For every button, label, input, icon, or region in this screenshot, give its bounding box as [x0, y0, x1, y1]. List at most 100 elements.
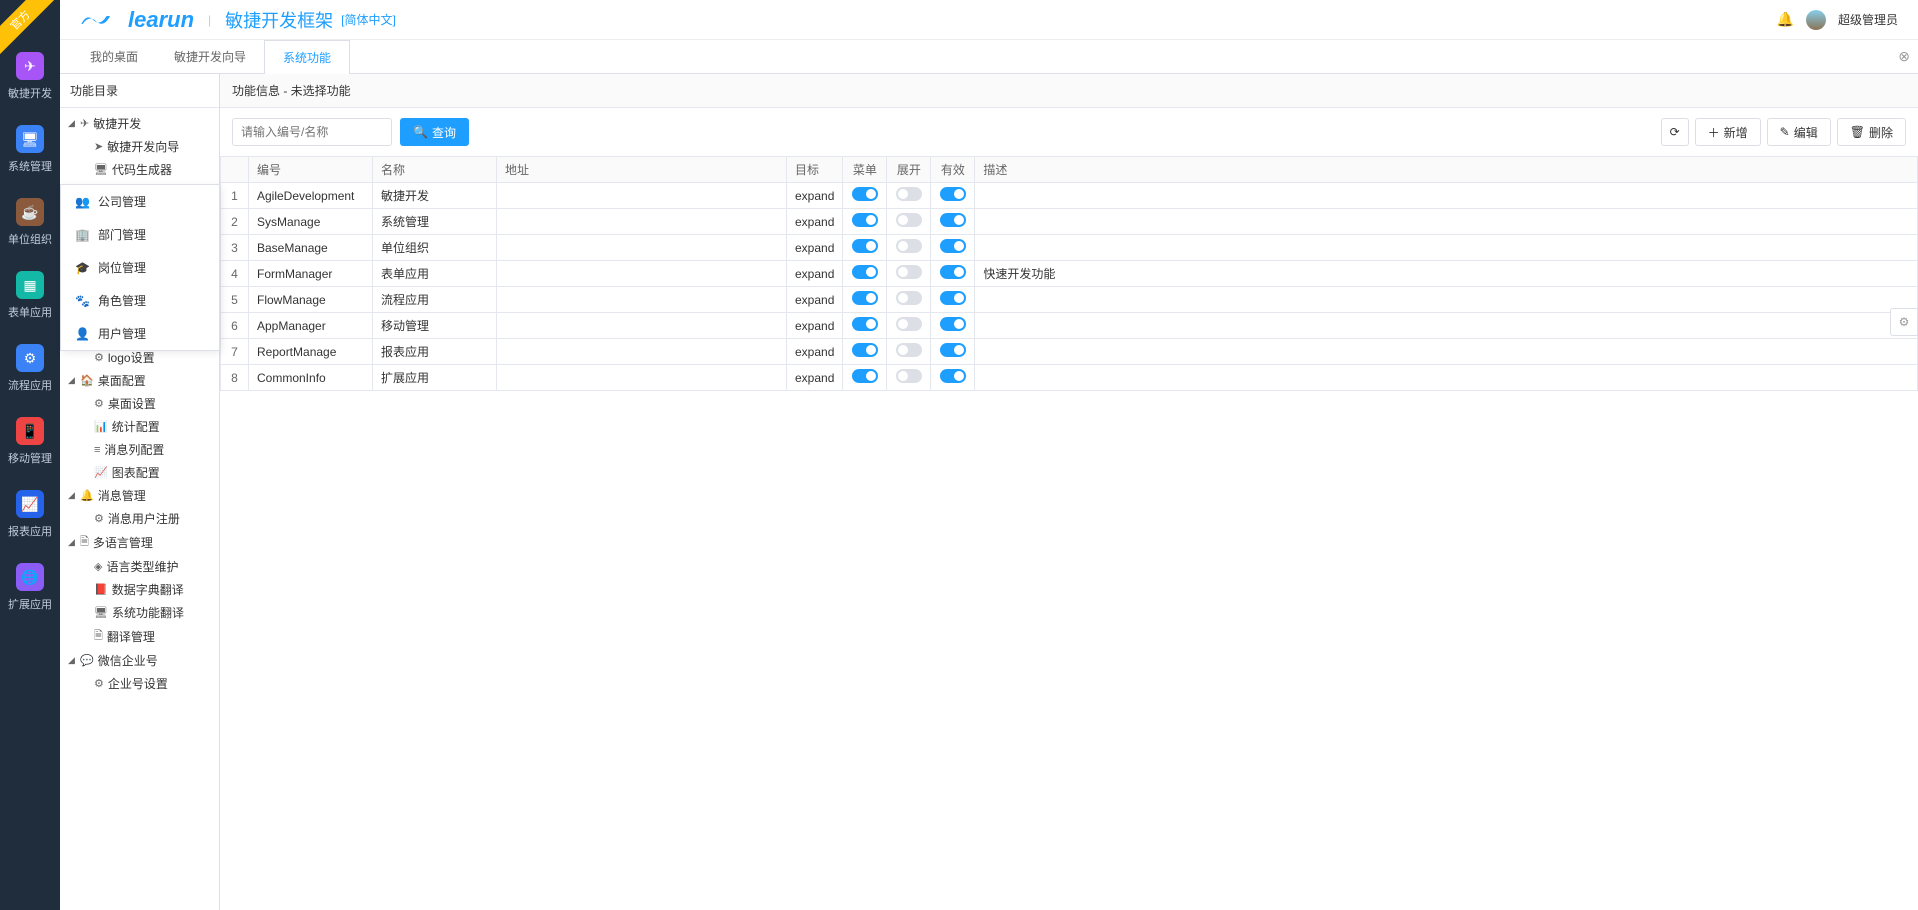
cell-desc [975, 183, 1918, 209]
tree-icon: 📕 [94, 583, 108, 596]
cell-name: 系统管理 [373, 209, 497, 235]
tree-node-18[interactable]: ◢🗎多语言管理 [60, 530, 219, 555]
tree-node-14[interactable]: ≡消息列配置 [60, 438, 219, 461]
username[interactable]: 超级管理员 [1838, 11, 1898, 28]
toggle[interactable] [940, 369, 966, 383]
table-row[interactable]: 3 BaseManage 单位组织 expand [221, 235, 1918, 261]
tree-node-0[interactable]: ◢✈敏捷开发 [60, 112, 219, 135]
tree-node-1[interactable]: ➤敏捷开发向导 [60, 135, 219, 158]
search-input[interactable] [232, 118, 392, 146]
toggle[interactable] [896, 317, 922, 331]
cell-target: expand [787, 287, 843, 313]
table-row[interactable]: 4 FormManager 表单应用 expand 快速开发功能 [221, 261, 1918, 287]
table-row[interactable]: 5 FlowManage 流程应用 expand [221, 287, 1918, 313]
sidebar-item-1[interactable]: 🖥系统管理 [0, 113, 60, 186]
cell-valid [931, 183, 975, 209]
toggle[interactable] [940, 213, 966, 227]
toggle[interactable] [896, 213, 922, 227]
toggle[interactable] [852, 317, 878, 331]
tree-node-15[interactable]: 📈图表配置 [60, 461, 219, 484]
submenu-label: 部门管理 [98, 226, 146, 243]
tree-node-24[interactable]: ⚙企业号设置 [60, 672, 219, 695]
toggle[interactable] [852, 187, 878, 201]
toggle[interactable] [940, 291, 966, 305]
tree-node-16[interactable]: ◢🔔消息管理 [60, 484, 219, 507]
submenu-item-3[interactable]: 🐾角色管理 [61, 284, 219, 317]
tree-label: 系统功能翻译 [112, 604, 184, 621]
add-button[interactable]: ＋新增 [1695, 118, 1761, 146]
toggle[interactable] [940, 317, 966, 331]
toggle[interactable] [896, 187, 922, 201]
cell-code: AppManager [249, 313, 373, 339]
table-row[interactable]: 2 SysManage 系统管理 expand [221, 209, 1918, 235]
avatar[interactable] [1806, 10, 1826, 30]
table-row[interactable]: 1 AgileDevelopment 敏捷开发 expand [221, 183, 1918, 209]
divider: | [208, 13, 211, 27]
toggle[interactable] [852, 291, 878, 305]
search-button[interactable]: 🔍查询 [400, 118, 469, 146]
tab-1[interactable]: 敏捷开发向导 [156, 40, 264, 74]
toggle[interactable] [852, 343, 878, 357]
tree-node-2[interactable]: 🖥代码生成器 [60, 158, 219, 181]
tree-icon: 📈 [94, 466, 108, 479]
toggle[interactable] [896, 239, 922, 253]
cap-icon: 🎓 [75, 261, 90, 275]
data-table: 编号 名称 地址 目标 菜单 展开 有效 描述 1 AgileDevelopme… [220, 156, 1918, 391]
tree-node-21[interactable]: 🖥系统功能翻译 [60, 601, 219, 624]
tree-label: 消息列配置 [104, 441, 164, 458]
tree-node-12[interactable]: ⚙桌面设置 [60, 392, 219, 415]
tree-label: 桌面配置 [98, 372, 146, 389]
tree-node-20[interactable]: 📕数据字典翻译 [60, 578, 219, 601]
tree-node-23[interactable]: ◢💬微信企业号 [60, 649, 219, 672]
tab-0[interactable]: 我的桌面 [72, 40, 156, 74]
sidebar-item-6[interactable]: 📈报表应用 [0, 478, 60, 551]
toggle[interactable] [896, 291, 922, 305]
toggle[interactable] [896, 265, 922, 279]
toggle[interactable] [896, 343, 922, 357]
table-row[interactable]: 6 AppManager 移动管理 expand [221, 313, 1918, 339]
table-row[interactable]: 8 CommonInfo 扩展应用 expand [221, 365, 1918, 391]
bell-icon[interactable]: 🔔 [1777, 11, 1794, 28]
table-row[interactable]: 7 ReportManage 报表应用 expand [221, 339, 1918, 365]
toggle[interactable] [940, 343, 966, 357]
tree-label: 桌面设置 [108, 395, 156, 412]
edit-button[interactable]: ✎编辑 [1767, 118, 1831, 146]
refresh-button[interactable]: ⟳ [1661, 118, 1689, 146]
cell-idx: 1 [221, 183, 249, 209]
submenu-item-1[interactable]: 🏢部门管理 [61, 218, 219, 251]
tree-node-19[interactable]: ◈语言类型维护 [60, 555, 219, 578]
submenu-item-2[interactable]: 🎓岗位管理 [61, 251, 219, 284]
tree-node-22[interactable]: 🗎翻译管理 [60, 624, 219, 649]
toggle[interactable] [852, 369, 878, 383]
cell-idx: 8 [221, 365, 249, 391]
submenu-item-4[interactable]: 👤用户管理 [61, 317, 219, 350]
sidebar-label: 敏捷开发 [8, 85, 52, 101]
toggle[interactable] [896, 369, 922, 383]
sidebar-item-4[interactable]: ⚙流程应用 [0, 332, 60, 405]
tree-node-17[interactable]: ⚙消息用户注册 [60, 507, 219, 530]
tab-2[interactable]: 系统功能 [264, 40, 350, 75]
tree-node-13[interactable]: 📊统计配置 [60, 415, 219, 438]
tree-node-11[interactable]: ◢🏠桌面配置 [60, 369, 219, 392]
toggle[interactable] [852, 239, 878, 253]
cell-valid [931, 365, 975, 391]
toggle[interactable] [940, 239, 966, 253]
toggle[interactable] [852, 213, 878, 227]
toggle[interactable] [940, 187, 966, 201]
cell-valid [931, 313, 975, 339]
delete-button[interactable]: 🗑删除 [1837, 118, 1906, 146]
sidebar-item-7[interactable]: 🌐扩展应用 [0, 551, 60, 624]
language-switch[interactable]: [简体中文] [341, 11, 396, 28]
sidebar-item-5[interactable]: 📱移动管理 [0, 405, 60, 478]
settings-gear-icon[interactable]: ⚙ [1890, 308, 1918, 336]
cell-expand [887, 339, 931, 365]
tab-close-all-icon[interactable]: ⊗ [1898, 48, 1910, 65]
toggle[interactable] [940, 265, 966, 279]
caret-icon: ◢ [68, 537, 76, 548]
toggle[interactable] [852, 265, 878, 279]
submenu-item-0[interactable]: 👥公司管理 [61, 185, 219, 218]
tree-icon: 📊 [94, 420, 108, 433]
sidebar-item-3[interactable]: ▦表单应用 [0, 259, 60, 332]
sidebar-item-2[interactable]: ☕单位组织 [0, 186, 60, 259]
cell-idx: 4 [221, 261, 249, 287]
